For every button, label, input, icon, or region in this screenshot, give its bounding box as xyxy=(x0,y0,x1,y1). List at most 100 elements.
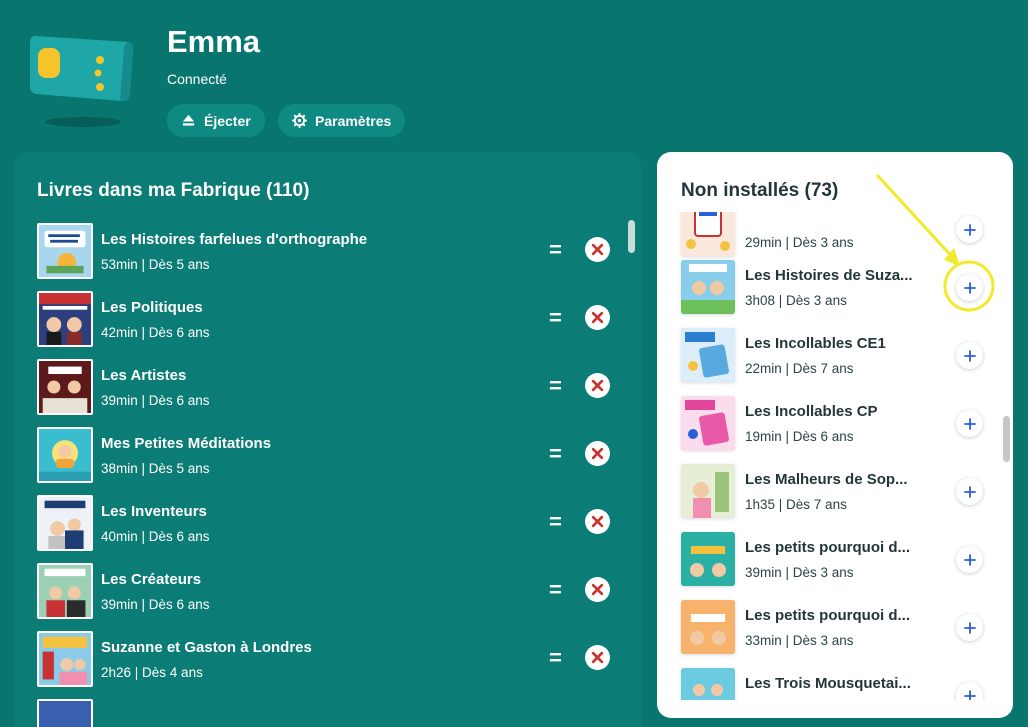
book-title: Suzanne et Gaston à Londres xyxy=(101,639,312,656)
close-icon xyxy=(591,583,604,596)
book-title: Les Créateurs xyxy=(101,571,202,588)
book-cover xyxy=(681,464,735,518)
add-book-button[interactable] xyxy=(956,342,983,369)
add-book-button[interactable] xyxy=(956,274,983,301)
installed-book-row[interactable]: Les Histoires farfelues d'orthographe 53… xyxy=(37,223,610,281)
installed-book-row[interactable]: Les Artistes 39min | Dès 6 ans = xyxy=(37,359,610,417)
book-title: Les Incollables CE1 xyxy=(745,335,886,352)
settings-button[interactable]: Paramètres xyxy=(278,104,406,137)
book-cover xyxy=(37,427,93,483)
add-book-button[interactable] xyxy=(956,410,983,437)
book-cover xyxy=(681,212,735,256)
book-meta: 29min | Dès 3 ans xyxy=(745,235,854,250)
add-book-button[interactable] xyxy=(956,546,983,573)
remove-book-button[interactable] xyxy=(585,577,610,602)
drag-handle-icon[interactable]: = xyxy=(549,579,562,601)
book-meta: 40min | Dès 6 ans xyxy=(101,529,210,544)
not-installed-panel: Non installés (73) 29min | Dès 3 ans Les… xyxy=(657,152,1013,718)
book-meta: 39min | Dès 6 ans xyxy=(101,597,210,612)
book-title: Les Histoires de Suza... xyxy=(745,267,913,284)
not-installed-book-row[interactable]: Les petits pourquoi d... 33min | Dès 3 a… xyxy=(681,600,991,658)
book-cover xyxy=(681,328,735,382)
book-title: Les Politiques xyxy=(101,299,203,316)
installed-books-panel: Livres dans ma Fabrique (110) Les Histoi… xyxy=(14,152,641,727)
book-cover xyxy=(37,291,93,347)
book-meta: 42min | Dès 6 ans xyxy=(101,325,210,340)
book-cover xyxy=(37,563,93,619)
not-installed-book-row[interactable]: 29min | Dès 3 ans xyxy=(681,212,991,260)
drag-handle-icon[interactable]: = xyxy=(549,307,562,329)
device-illustration xyxy=(28,28,138,128)
book-meta: 2h26 | Dès 4 ans xyxy=(101,665,203,680)
plus-icon xyxy=(963,223,976,236)
drag-handle-icon[interactable]: = xyxy=(549,443,562,465)
connection-status: Connecté xyxy=(167,71,227,87)
installed-book-row[interactable]: Les Créateurs 39min | Dès 6 ans = xyxy=(37,563,610,621)
remove-book-button[interactable] xyxy=(585,305,610,330)
settings-label: Paramètres xyxy=(315,112,392,129)
plus-icon xyxy=(963,417,976,430)
book-cover xyxy=(37,359,93,415)
installed-books-title: Livres dans ma Fabrique (110) xyxy=(37,180,310,201)
close-icon xyxy=(591,515,604,528)
book-title: Les Histoires farfelues d'orthographe xyxy=(101,231,368,248)
add-book-button[interactable] xyxy=(956,216,983,243)
add-book-button[interactable] xyxy=(956,614,983,641)
remove-book-button[interactable] xyxy=(585,373,610,398)
add-book-button[interactable] xyxy=(956,478,983,505)
not-installed-book-row[interactable]: Les Malheurs de Sop... 1h35 | Dès 7 ans xyxy=(681,464,991,522)
close-icon xyxy=(591,447,604,460)
plus-icon xyxy=(963,349,976,362)
book-cover xyxy=(681,260,735,314)
book-title: Les Incollables CP xyxy=(745,403,878,420)
book-cover xyxy=(37,495,93,551)
installed-book-row[interactable]: Mes Petites Méditations 38min | Dès 5 an… xyxy=(37,427,610,485)
book-cover xyxy=(681,668,735,700)
drag-handle-icon[interactable]: = xyxy=(549,511,562,533)
installed-book-row[interactable]: Les Politiques 42min | Dès 6 ans = xyxy=(37,291,610,349)
drag-handle-icon[interactable]: = xyxy=(549,375,562,397)
drag-handle-icon[interactable]: = xyxy=(549,647,562,669)
plus-icon xyxy=(963,281,976,294)
book-meta: 19min | Dès 6 ans xyxy=(745,429,854,444)
plus-icon xyxy=(963,621,976,634)
installed-list-scrollbar[interactable] xyxy=(628,220,635,253)
installed-book-row[interactable]: Suzanne et Gaston à Londres 2h26 | Dès 4… xyxy=(37,631,610,689)
installed-book-row[interactable] xyxy=(37,699,597,727)
book-title: Les Artistes xyxy=(101,367,187,384)
drag-handle-icon[interactable]: = xyxy=(549,239,562,261)
eject-button[interactable]: Éjecter xyxy=(167,104,265,137)
gear-icon xyxy=(292,113,307,128)
close-icon xyxy=(591,379,604,392)
not-installed-list: 29min | Dès 3 ans Les Histoires de Suza.… xyxy=(657,212,1013,700)
not-installed-book-row[interactable]: Les Histoires de Suza... 3h08 | Dès 3 an… xyxy=(681,260,991,318)
book-meta: 3h08 | Dès 3 ans xyxy=(745,293,847,308)
not-installed-book-row[interactable]: Les Trois Mousquetai... xyxy=(681,668,991,700)
book-title: Les Malheurs de Sop... xyxy=(745,471,908,488)
eject-label: Éjecter xyxy=(204,112,251,129)
book-meta: 33min | Dès 3 ans xyxy=(745,633,854,648)
remove-book-button[interactable] xyxy=(585,441,610,466)
book-meta: 53min | Dès 5 ans xyxy=(101,257,210,272)
close-icon xyxy=(591,311,604,324)
book-title: Les petits pourquoi d... xyxy=(745,607,910,624)
not-installed-book-row[interactable]: Les Incollables CP 19min | Dès 6 ans xyxy=(681,396,991,454)
book-title: Les Inventeurs xyxy=(101,503,207,520)
plus-icon xyxy=(963,689,976,700)
book-title: Mes Petites Méditations xyxy=(101,435,272,452)
add-book-button[interactable] xyxy=(956,682,983,700)
remove-book-button[interactable] xyxy=(585,645,610,670)
remove-book-button[interactable] xyxy=(585,509,610,534)
book-meta: 39min | Dès 3 ans xyxy=(745,565,854,580)
not-installed-book-row[interactable]: Les petits pourquoi d... 39min | Dès 3 a… xyxy=(681,532,991,590)
not-installed-title: Non installés (73) xyxy=(681,180,839,201)
book-title: Les petits pourquoi d... xyxy=(745,539,910,556)
not-installed-book-row[interactable]: Les Incollables CE1 22min | Dès 7 ans xyxy=(681,328,991,386)
remove-book-button[interactable] xyxy=(585,237,610,262)
book-title: Les Trois Mousquetai... xyxy=(745,675,911,692)
installed-book-row[interactable]: Les Inventeurs 40min | Dès 6 ans = xyxy=(37,495,610,553)
book-meta: 38min | Dès 5 ans xyxy=(101,461,210,476)
book-cover xyxy=(37,631,93,687)
close-icon xyxy=(591,651,604,664)
book-cover xyxy=(37,699,93,727)
